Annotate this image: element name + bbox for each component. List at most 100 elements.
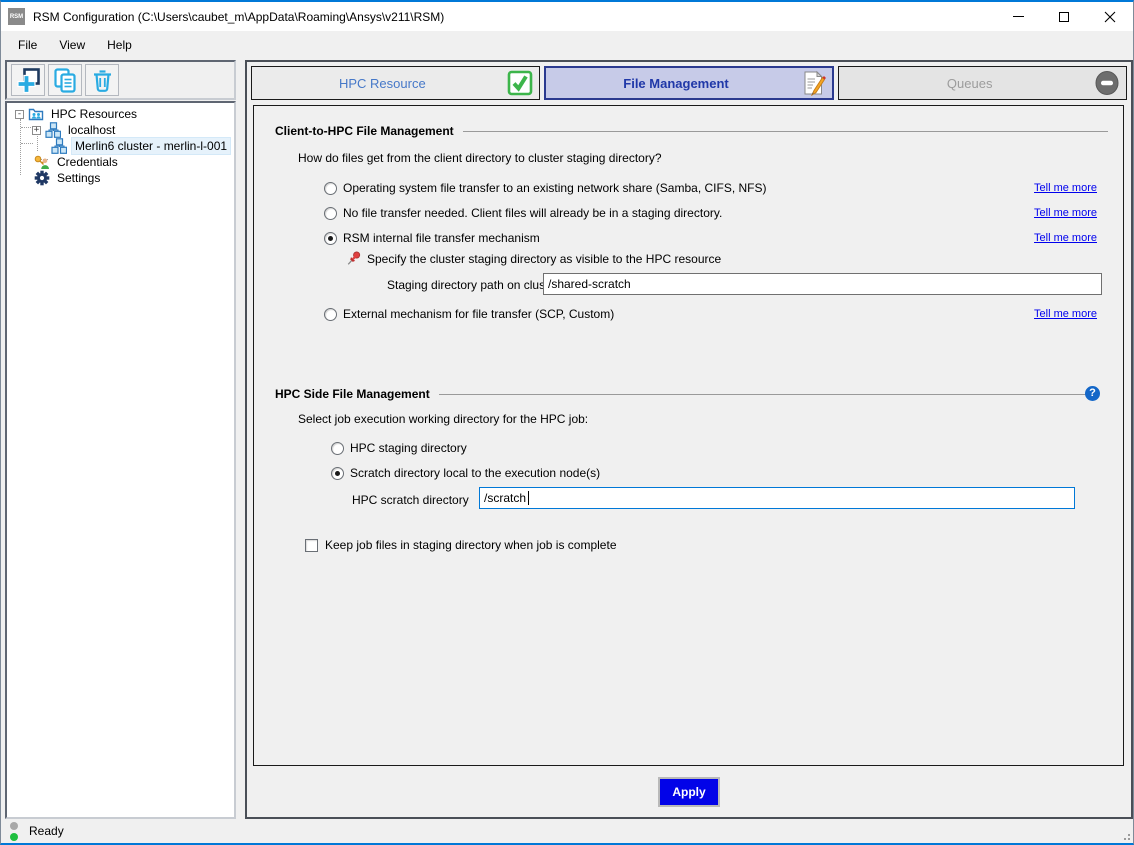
tab-strip: HPC Resource File Management Que [251,66,1127,100]
apply-button[interactable]: Apply [658,777,720,807]
hpc-question: Select job execution working directory f… [298,412,588,426]
check-icon [507,70,533,96]
menu-help[interactable]: Help [96,35,143,55]
tree-item-label: Credentials [54,154,121,170]
tab-file-management[interactable]: File Management [544,66,835,100]
tab-label: File Management [552,76,801,91]
collapse-expander[interactable]: - [15,110,24,119]
tell-me-more-link-2[interactable]: Tell me more [1034,207,1097,219]
delete-resource-button[interactable] [85,64,119,96]
status-light-ready [10,833,18,841]
minimize-icon [1013,16,1024,17]
resource-tree: - HPC Resources + localhost [5,101,236,819]
section-rule [439,394,1089,395]
status-light-idle [10,822,18,830]
tree-item-merlin6-cluster[interactable]: Merlin6 cluster - merlin-l-001 [7,138,234,154]
file-management-page: Client-to-HPC File Management How do fil… [253,105,1124,766]
pushpin-icon [345,250,362,267]
radio-icon [324,182,337,195]
client-section-header: Client-to-HPC File Management [275,124,1108,138]
hpc-resources-icon [28,106,44,122]
radio-scratch-directory[interactable]: Scratch directory local to the execution… [331,466,600,480]
radio-icon-selected [331,467,344,480]
cluster-icon [51,138,67,154]
tree-item-label: Settings [54,170,103,186]
pin-note-text: Specify the cluster staging directory as… [367,252,721,266]
tell-me-more-link-3[interactable]: Tell me more [1034,232,1097,244]
title-bar: RSM RSM Configuration (C:\Users\caubet_m… [1,2,1133,31]
checkbox-label: Keep job files in staging directory when… [325,538,617,552]
keep-files-checkbox-row[interactable]: Keep job files in staging directory when… [305,538,617,552]
radio-icon [324,308,337,321]
tree-item-localhost[interactable]: + localhost [7,122,234,138]
hpc-section-header: HPC Side File Management [275,387,1089,401]
resource-toolbar [5,60,236,100]
client-question: How do files get from the client directo… [298,151,662,165]
window-title: RSM Configuration (C:\Users\caubet_m\App… [33,10,444,24]
radio-hpc-staging-directory[interactable]: HPC staging directory [331,441,467,455]
close-button[interactable] [1087,2,1133,31]
radio-icon [324,207,337,220]
checkbox-icon [305,539,318,552]
tab-queues[interactable]: Queues [838,66,1127,100]
status-indicator [10,822,18,841]
staging-path-input[interactable] [543,273,1102,295]
radio-label: Scratch directory local to the execution… [350,466,600,480]
radio-label: No file transfer needed. Client files wi… [343,206,722,220]
radio-external-transfer[interactable]: External mechanism for file transfer (SC… [324,307,614,321]
edit-icon [800,70,826,96]
section-title: Client-to-HPC File Management [275,124,454,138]
radio-label: HPC staging directory [350,441,467,455]
resize-grip[interactable] [1121,831,1131,841]
section-rule [463,131,1108,132]
radio-no-transfer[interactable]: No file transfer needed. Client files wi… [324,206,722,220]
tree-item-label: HPC Resources [48,106,140,122]
add-icon [15,67,42,94]
tab-label: Queues [845,76,1094,91]
tree-item-credentials[interactable]: Credentials [7,154,234,170]
minus-circle-icon [1094,70,1120,96]
radio-icon-selected [324,232,337,245]
cluster-icon [45,122,61,138]
add-resource-button[interactable] [11,64,45,96]
minimize-button[interactable] [995,2,1041,31]
menu-file[interactable]: File [7,35,48,55]
status-text: Ready [29,824,64,838]
copy-icon [52,67,79,94]
duplicate-resource-button[interactable] [48,64,82,96]
credentials-icon [34,154,50,170]
staging-path-label: Staging directory path on cluster [387,278,559,292]
tree-item-settings[interactable]: Settings [7,170,234,186]
staging-pin-note: Specify the cluster staging directory as… [345,250,721,267]
radio-label: RSM internal file transfer mechanism [343,231,540,245]
configuration-panel: HPC Resource File Management Que [245,60,1133,819]
menu-bar: File View Help [1,31,1133,58]
radio-label: External mechanism for file transfer (SC… [343,307,614,321]
tell-me-more-link-4[interactable]: Tell me more [1034,308,1097,320]
tree-item-label-selected: Merlin6 cluster - merlin-l-001 [71,137,231,155]
status-bar: Ready [1,819,1133,843]
tree-item-label: localhost [65,122,118,138]
close-icon [1104,11,1116,23]
app-icon: RSM [8,8,25,25]
hpc-scratch-directory-input[interactable] [479,487,1075,509]
radio-rsm-internal-transfer[interactable]: RSM internal file transfer mechanism [324,231,540,245]
radio-label: Operating system file transfer to an exi… [343,181,767,195]
rsm-configuration-window: RSM RSM Configuration (C:\Users\caubet_m… [0,0,1134,845]
text-cursor [528,491,529,505]
tab-hpc-resource[interactable]: HPC Resource [251,66,540,100]
tree-item-hpc-resources[interactable]: - HPC Resources [7,106,234,122]
tab-label: HPC Resource [258,76,507,91]
radio-icon [331,442,344,455]
tell-me-more-link-1[interactable]: Tell me more [1034,182,1097,194]
radio-os-file-transfer[interactable]: Operating system file transfer to an exi… [324,181,767,195]
expand-expander[interactable]: + [32,126,41,135]
apply-area: Apply [247,766,1131,817]
maximize-button[interactable] [1041,2,1087,31]
trash-icon [89,67,116,94]
menu-view[interactable]: View [48,35,96,55]
help-icon[interactable]: ? [1085,386,1100,401]
scratch-directory-label: HPC scratch directory [352,493,469,507]
maximize-icon [1059,12,1069,22]
gear-icon [34,170,50,186]
